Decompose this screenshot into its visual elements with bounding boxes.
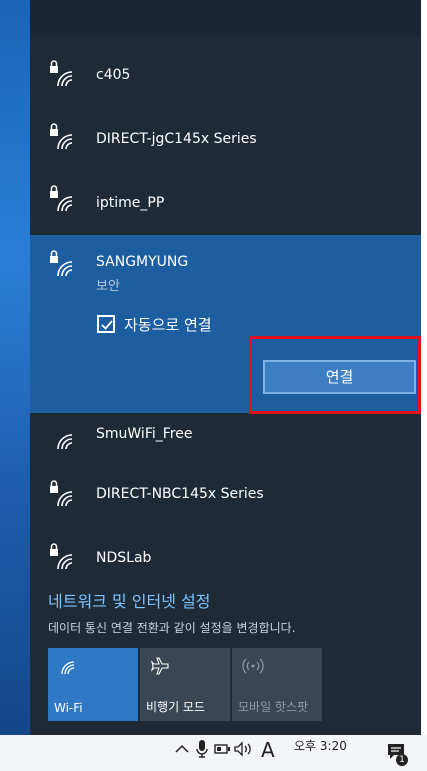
network-name: SANGMYUNG	[96, 254, 189, 270]
clock[interactable]: 오후 3:20	[294, 737, 347, 754]
mobile-hotspot-tile[interactable]: 모바일 핫스팟	[232, 648, 322, 721]
wifi-icon	[61, 661, 75, 675]
wifi-secured-icon	[50, 185, 73, 212]
network-item-smuwifi-free[interactable]: SmuWiFi_Free	[30, 413, 421, 465]
network-item-ndslab[interactable]: NDSLab	[30, 535, 421, 583]
network-item-sangmyung[interactable]: SANGMYUNG 보안	[30, 240, 421, 294]
notification-count-badge: 1	[396, 754, 408, 766]
auto-connect-checkbox[interactable]	[97, 315, 115, 333]
desktop-edge	[421, 0, 427, 735]
network-settings-description: 데이터 통신 연결 전환과 같이 설정을 변경합니다.	[48, 621, 296, 635]
flyout-header	[30, 0, 421, 35]
wifi-icon	[57, 434, 73, 450]
volume-icon[interactable]	[234, 741, 254, 757]
wifi-secured-icon	[50, 543, 73, 570]
checkmark-icon	[101, 320, 113, 330]
network-security-status: 보안	[96, 279, 120, 294]
network-item-iptime-pp[interactable]: iptime_PP	[30, 175, 421, 225]
tile-label: Wi-Fi	[54, 701, 83, 715]
network-item-direct-nbc145x[interactable]: DIRECT-NBC145x Series	[30, 470, 421, 522]
desktop-background	[0, 0, 30, 735]
auto-connect-label: 자동으로 연결	[124, 316, 212, 334]
network-item-direct-jgc145x[interactable]: DIRECT-jgC145x Series	[30, 113, 421, 163]
input-method-indicator[interactable]: A	[261, 738, 275, 762]
network-flyout: c405 DIRECT-jgC145x Series iptime_PP SAN…	[30, 0, 421, 735]
tile-label: 비행기 모드	[146, 700, 206, 714]
airplane-mode-tile[interactable]: 비행기 모드	[140, 648, 230, 721]
network-name: SmuWiFi_Free	[96, 426, 193, 442]
network-name: iptime_PP	[96, 195, 165, 211]
wifi-secured-icon	[50, 480, 73, 507]
network-settings-link[interactable]: 네트워크 및 인터넷 설정	[48, 588, 210, 612]
tile-label: 모바일 핫스팟	[238, 700, 309, 714]
action-center-button[interactable]: 1	[386, 740, 408, 768]
battery-icon[interactable]	[214, 743, 232, 755]
show-hidden-icons-chevron-up-icon[interactable]	[175, 744, 189, 754]
network-name: DIRECT-jgC145x Series	[96, 131, 257, 147]
wifi-secured-icon	[50, 123, 73, 150]
network-item-c405[interactable]: c405	[30, 52, 421, 102]
network-name: NDSLab	[96, 550, 152, 566]
wifi-secured-icon	[50, 60, 73, 87]
network-name: DIRECT-NBC145x Series	[96, 486, 264, 502]
airplane-icon	[150, 657, 169, 675]
network-name: c405	[96, 67, 131, 83]
microphone-icon[interactable]	[196, 739, 208, 759]
wifi-secured-icon	[50, 250, 73, 277]
wifi-toggle-tile[interactable]: Wi-Fi	[48, 648, 138, 721]
connect-button[interactable]: 연결	[263, 360, 416, 394]
hotspot-icon	[242, 658, 264, 674]
